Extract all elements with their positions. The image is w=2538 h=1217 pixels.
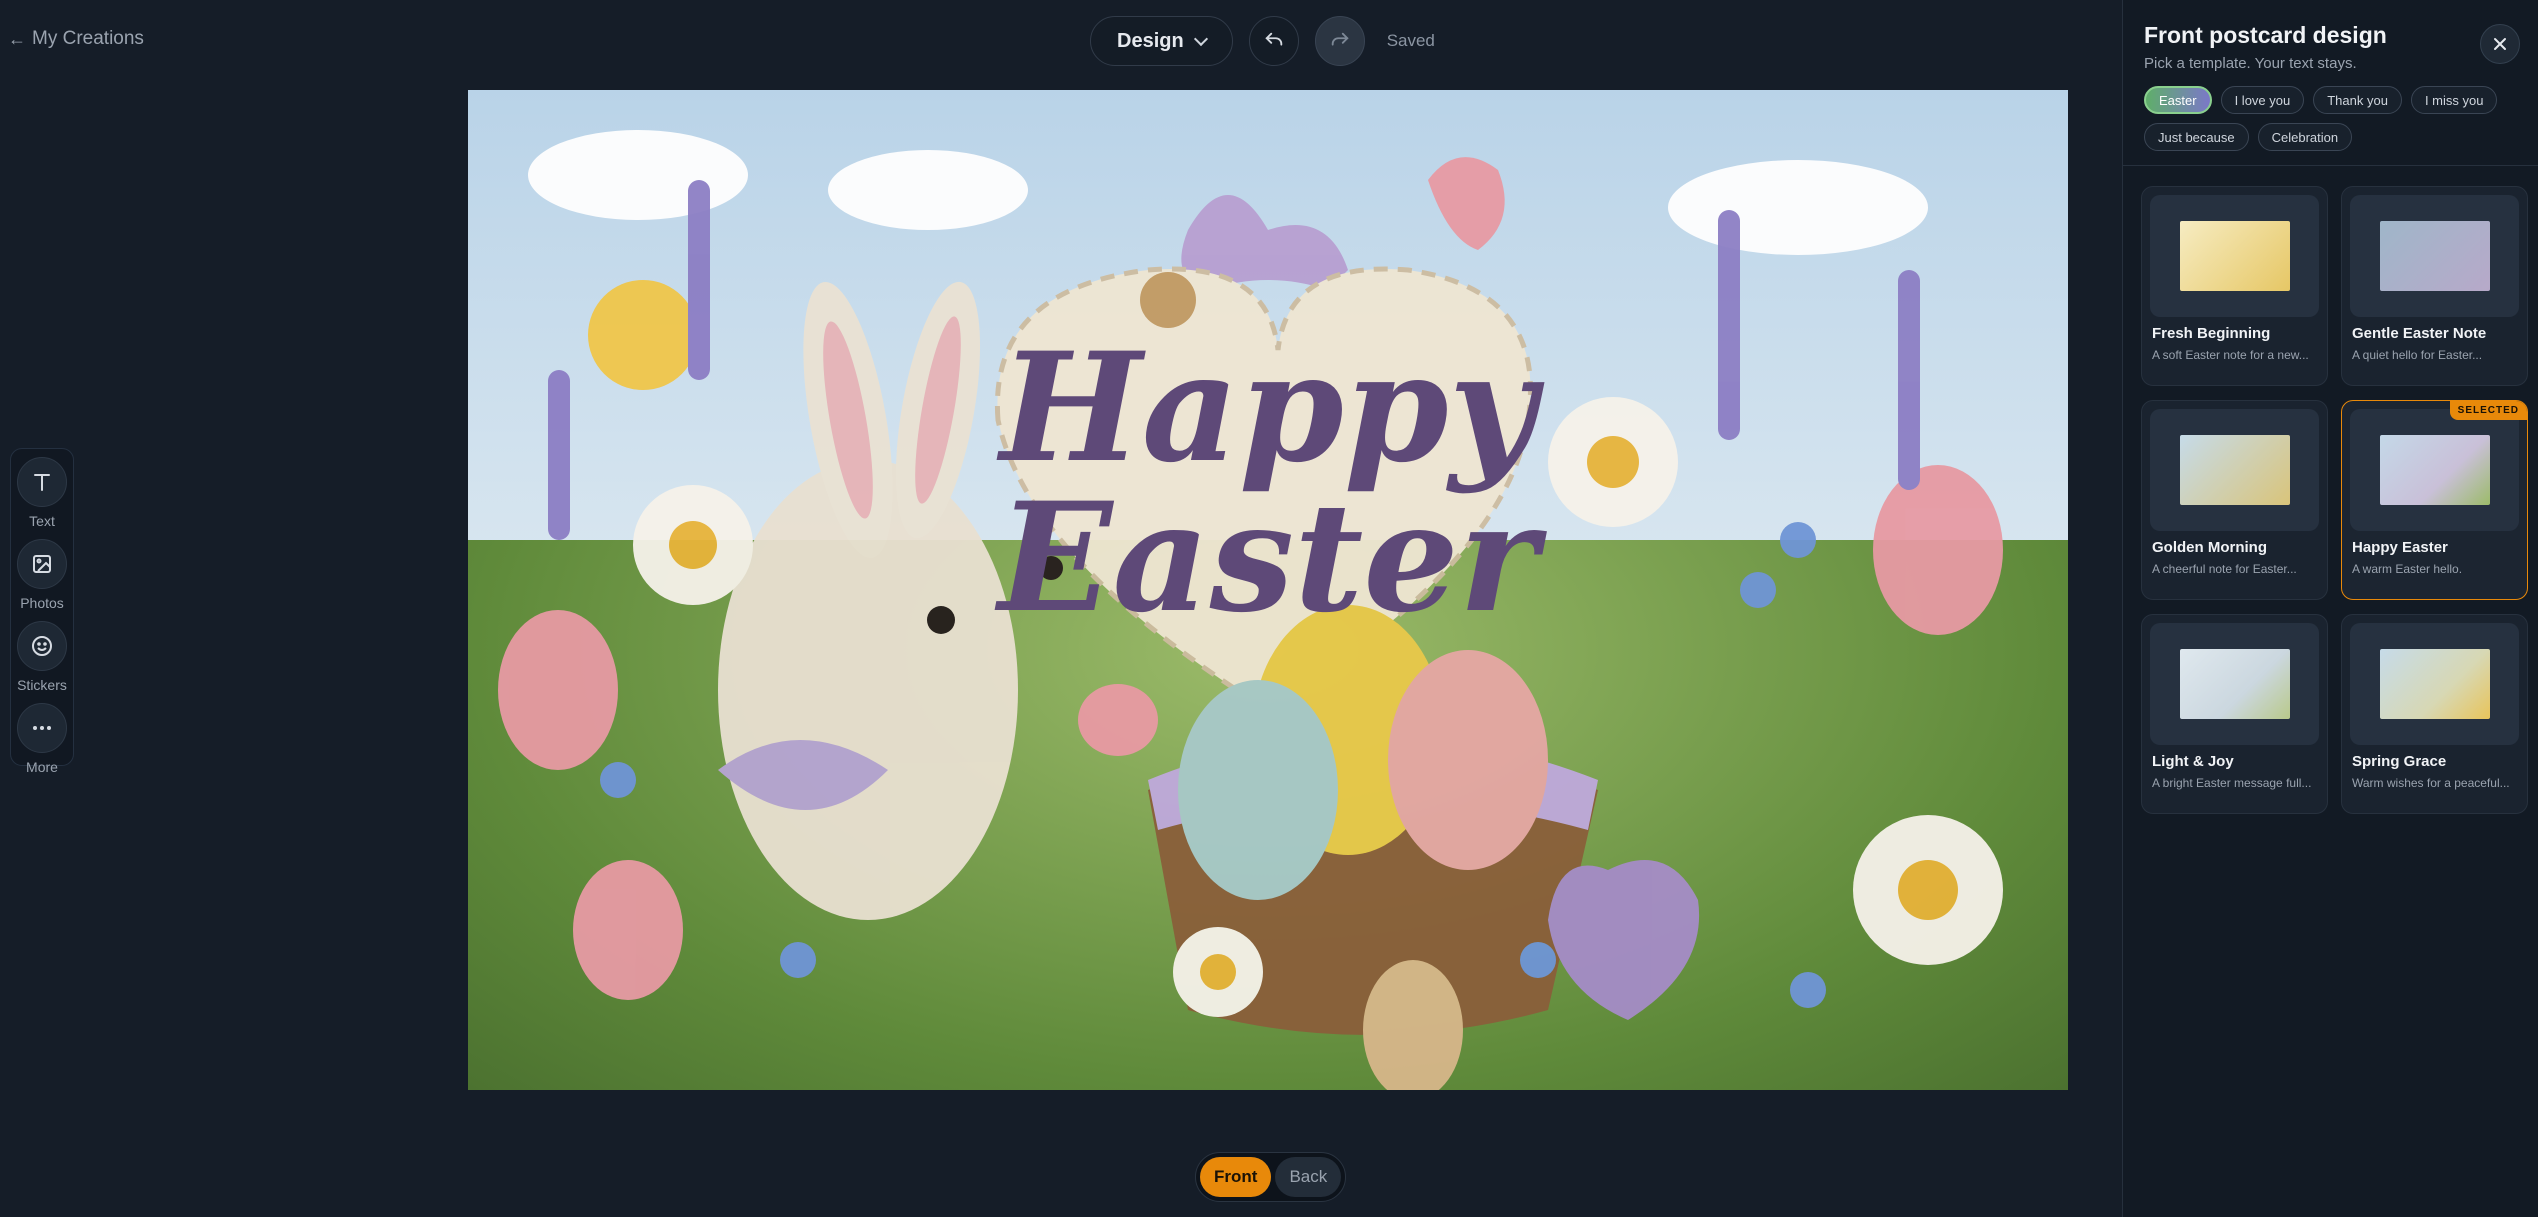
- template-card[interactable]: Fresh Beginning A soft Easter note for a…: [2141, 186, 2328, 386]
- template-thumbnail: [2379, 221, 2490, 291]
- chip-i-miss-you[interactable]: I miss you: [2410, 86, 2498, 114]
- undo-icon: [1265, 32, 1282, 46]
- more-icon: [33, 726, 51, 730]
- template-thumbnail: [2379, 649, 2490, 719]
- template-description: A warm Easter hello.: [2352, 562, 2463, 576]
- image-icon: [33, 555, 51, 573]
- top-toolbar: Design Saved: [1090, 16, 1435, 66]
- template-description: A bright Easter message full...: [2152, 776, 2312, 790]
- close-panel-button[interactable]: [2480, 24, 2520, 64]
- template-title: Fresh Beginning: [2152, 325, 2271, 342]
- template-card-selected[interactable]: SELECTED Happy Easter A warm Easter hell…: [2341, 400, 2528, 600]
- front-side-button[interactable]: Front: [1200, 1157, 1272, 1197]
- tool-label: Text: [29, 513, 55, 529]
- template-title: Light & Joy: [2152, 753, 2234, 770]
- template-card[interactable]: Golden Morning A cheerful note for Easte…: [2141, 400, 2328, 600]
- arrow-left-icon: ←: [8, 28, 26, 49]
- tool-label: Stickers: [17, 677, 67, 693]
- panel-header: Front postcard design Pick a template. Y…: [2123, 0, 2538, 166]
- back-link-label: My Creations: [32, 28, 144, 49]
- template-thumbnail: [2379, 435, 2490, 505]
- template-card[interactable]: Gentle Easter Note A quiet hello for Eas…: [2341, 186, 2528, 386]
- chip-easter[interactable]: Easter: [2144, 86, 2212, 114]
- heart-greeting[interactable]: Happy Easter: [988, 220, 1548, 740]
- back-side-button[interactable]: Back: [1275, 1157, 1342, 1197]
- undo-button[interactable]: [1248, 16, 1299, 66]
- tool-label: Photos: [20, 595, 64, 611]
- smiley-icon: [32, 636, 52, 656]
- postcard-canvas[interactable]: Happy Easter: [468, 90, 2068, 1090]
- tool-text[interactable]: Text: [17, 457, 67, 529]
- chip-thank-you[interactable]: Thank you: [2313, 86, 2402, 114]
- panel-subtitle: Pick a template. Your text stays.: [2144, 55, 2357, 72]
- template-panel: Front postcard design Pick a template. Y…: [2122, 0, 2538, 1217]
- template-title: Golden Morning: [2152, 539, 2267, 556]
- greeting-text-line2[interactable]: Easter: [988, 470, 1548, 646]
- design-dropdown-label: Design: [1117, 29, 1184, 52]
- chip-i-love-you[interactable]: I love you: [2220, 86, 2305, 114]
- template-title: Spring Grace: [2352, 753, 2447, 770]
- tool-stickers[interactable]: Stickers: [17, 621, 67, 693]
- selected-badge: SELECTED: [2449, 401, 2527, 420]
- text-icon: [34, 474, 50, 491]
- tool-photos[interactable]: Photos: [17, 539, 67, 611]
- template-title: Happy Easter: [2352, 539, 2448, 556]
- side-switcher: Front Back: [1195, 1152, 1347, 1202]
- category-chips: Easter I love you Thank you I miss you J…: [2144, 86, 2504, 151]
- tool-label: More: [26, 759, 58, 775]
- template-thumbnail: [2179, 649, 2290, 719]
- template-thumbnail: [2179, 435, 2290, 505]
- template-description: A soft Easter note for a new...: [2152, 348, 2309, 362]
- template-description: A cheerful note for Easter...: [2152, 562, 2297, 576]
- close-icon: [2494, 38, 2506, 50]
- redo-icon: [1331, 32, 1349, 46]
- template-card[interactable]: Spring Grace Warm wishes for a peaceful.…: [2341, 614, 2528, 814]
- side-toolbox: Text Photos Stickers More: [10, 448, 74, 775]
- template-description: Warm wishes for a peaceful...: [2352, 776, 2510, 790]
- template-grid: Fresh Beginning A soft Easter note for a…: [2123, 166, 2538, 814]
- template-description: A quiet hello for Easter...: [2352, 348, 2483, 362]
- panel-title: Front postcard design: [2144, 22, 2387, 48]
- chevron-down-icon: [1193, 31, 1208, 46]
- template-thumbnail: [2179, 221, 2290, 291]
- chip-just-because[interactable]: Just because: [2144, 123, 2249, 151]
- design-dropdown[interactable]: Design: [1090, 16, 1233, 66]
- tool-more[interactable]: More: [17, 703, 67, 775]
- template-title: Gentle Easter Note: [2352, 325, 2487, 342]
- save-status: Saved: [1386, 31, 1435, 50]
- template-card[interactable]: Light & Joy A bright Easter message full…: [2141, 614, 2328, 814]
- back-to-creations-link[interactable]: ← My Creations: [8, 28, 144, 50]
- chip-celebration[interactable]: Celebration: [2257, 123, 2353, 151]
- redo-button[interactable]: [1314, 16, 1365, 66]
